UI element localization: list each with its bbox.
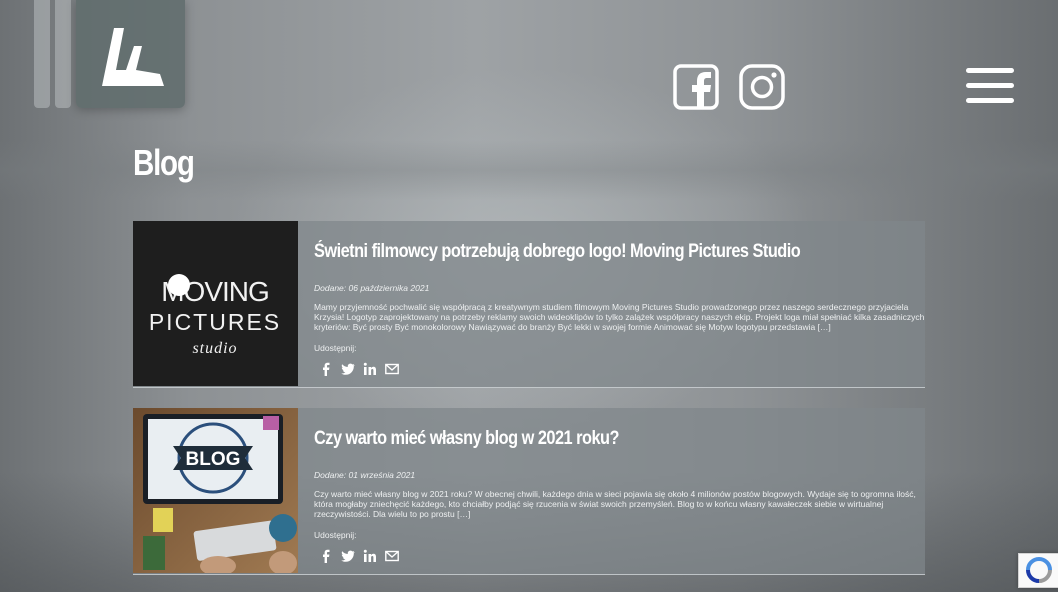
facebook-share-icon[interactable] — [319, 362, 333, 376]
thumb-title-line3: studio — [192, 340, 237, 357]
blog-post-card: BLOG Czy warto mieć własny blog w 2021 r… — [133, 408, 925, 575]
share-label: Udostępnij: — [314, 343, 357, 353]
post-excerpt: Mamy przyjemność pochwalić się współprac… — [314, 302, 925, 332]
post-title[interactable]: Świetni filmowcy potrzebują dobrego logo… — [314, 241, 801, 263]
instagram-link[interactable] — [739, 64, 785, 110]
facebook-icon — [673, 64, 719, 110]
linkedin-share-icon[interactable] — [363, 362, 377, 376]
facebook-link[interactable] — [673, 64, 719, 110]
decorative-bar — [55, 0, 71, 108]
thumb-title-line1: BLOG — [186, 449, 241, 470]
hamburger-menu-icon[interactable] — [966, 68, 1014, 104]
share-label: Udostępnij: — [314, 530, 357, 540]
post-date: Dodane: 06 października 2021 — [314, 283, 430, 293]
post-title[interactable]: Czy warto mieć własny blog w 2021 roku? — [314, 428, 619, 450]
post-thumbnail[interactable]: MOVING PICTURES studio — [133, 221, 298, 386]
site-logo[interactable] — [76, 0, 185, 108]
email-share-icon[interactable] — [385, 362, 399, 376]
page-title: Blog — [133, 142, 195, 183]
thumb-title-line2: PICTURES — [149, 309, 281, 335]
share-icons — [319, 362, 399, 376]
post-thumbnail[interactable]: BLOG — [133, 408, 298, 573]
facebook-share-icon[interactable] — [319, 549, 333, 563]
post-date: Dodane: 01 września 2021 — [314, 470, 416, 480]
twitter-share-icon[interactable] — [341, 549, 355, 563]
linkedin-share-icon[interactable] — [363, 549, 377, 563]
share-icons — [319, 549, 399, 563]
logo-mark-icon — [102, 28, 164, 86]
instagram-icon — [739, 64, 785, 110]
decorative-bar — [34, 0, 50, 108]
email-share-icon[interactable] — [385, 549, 399, 563]
blog-post-card: MOVING PICTURES studio Świetni filmowcy … — [133, 221, 925, 388]
post-excerpt: Czy warto mieć własny blog w 2021 roku? … — [314, 489, 916, 519]
recaptcha-icon — [1026, 557, 1052, 583]
twitter-share-icon[interactable] — [341, 362, 355, 376]
recaptcha-badge[interactable] — [1018, 553, 1058, 588]
